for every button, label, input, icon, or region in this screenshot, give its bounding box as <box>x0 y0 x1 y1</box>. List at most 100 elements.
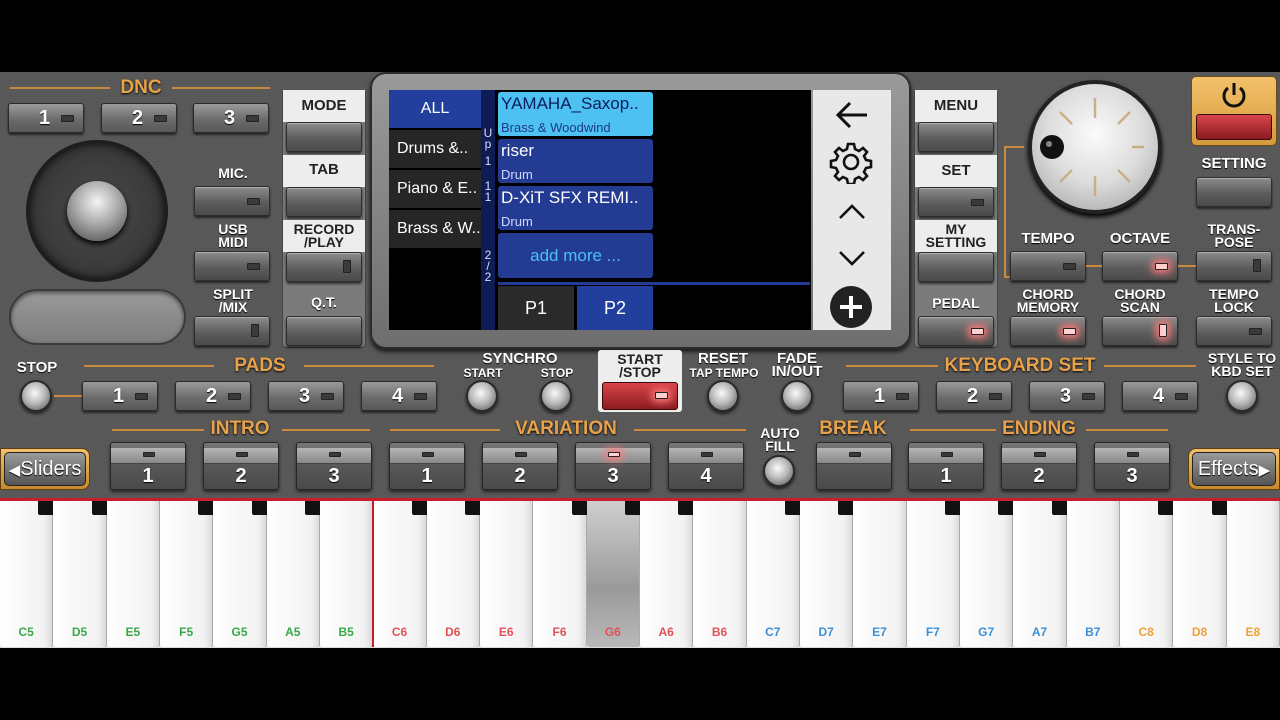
white-key[interactable]: E7 <box>853 501 907 647</box>
white-key[interactable]: C5 <box>0 501 54 647</box>
style-to-kbd-knob[interactable] <box>1226 380 1258 412</box>
category-brass[interactable]: Brass & W.. <box>389 210 481 250</box>
white-key[interactable]: A6 <box>640 501 694 647</box>
synchro-stop-knob[interactable] <box>540 380 572 412</box>
record-play-button[interactable] <box>286 252 362 282</box>
keyboard-set-button-4[interactable]: 4 <box>1122 381 1198 411</box>
chevron-down-icon[interactable] <box>837 248 867 268</box>
usb-midi-button[interactable] <box>194 251 270 281</box>
instrument-item-1[interactable]: YAMAHA_Saxop.. Brass & Woodwind <box>498 92 653 136</box>
white-key[interactable]: D6 <box>426 501 480 647</box>
power-button[interactable] <box>1196 114 1272 140</box>
my-setting-button[interactable] <box>918 252 994 282</box>
intro-button-2[interactable]: 2 <box>203 442 279 490</box>
ending-button-2[interactable]: 2 <box>1001 442 1077 490</box>
category-all[interactable]: ALL <box>389 90 481 130</box>
white-key[interactable]: B7 <box>1066 501 1120 647</box>
intro-button-3[interactable]: 3 <box>296 442 372 490</box>
tab-button[interactable] <box>286 187 362 217</box>
chevron-up-icon[interactable] <box>837 202 867 222</box>
key-note-label: F6 <box>552 625 567 639</box>
chord-scan-button[interactable] <box>1102 316 1178 346</box>
set-button[interactable] <box>918 187 994 217</box>
white-key[interactable]: F7 <box>906 501 960 647</box>
mode-button[interactable] <box>286 122 362 152</box>
dnc-button-1[interactable]: 1 <box>8 103 84 133</box>
gear-icon[interactable] <box>829 140 873 184</box>
white-key[interactable]: E6 <box>480 501 534 647</box>
instrument-item-2[interactable]: riser Drum <box>498 139 653 183</box>
variation-button-1[interactable]: 1 <box>389 442 465 490</box>
key-note-label: E6 <box>498 625 514 639</box>
chord-memory-button[interactable] <box>1010 316 1086 346</box>
white-key[interactable]: F6 <box>533 501 587 647</box>
joystick-knob[interactable] <box>67 181 127 241</box>
variation-button-4[interactable]: 4 <box>668 442 744 490</box>
white-key[interactable]: D8 <box>1173 501 1227 647</box>
ending-button-3[interactable]: 3 <box>1094 442 1170 490</box>
white-key[interactable]: G6 <box>586 501 640 647</box>
tempo-lock-button[interactable] <box>1196 316 1272 346</box>
touch-pad[interactable] <box>9 289 186 345</box>
white-key[interactable]: B5 <box>320 501 374 647</box>
page-p1-button[interactable]: P1 <box>498 286 574 330</box>
split-mix-button[interactable] <box>194 316 270 346</box>
menu-button[interactable] <box>918 122 994 152</box>
effects-button[interactable]: Effects▶ <box>1192 452 1276 486</box>
break-button[interactable] <box>816 442 892 490</box>
add-voice-button[interactable] <box>830 286 872 328</box>
pedal-label: PEDAL <box>932 295 980 311</box>
ending-button-1[interactable]: 1 <box>908 442 984 490</box>
key-note-label: B5 <box>338 625 354 639</box>
dnc-button-3[interactable]: 3 <box>193 103 269 133</box>
white-key[interactable]: D5 <box>53 501 107 647</box>
white-key[interactable]: G5 <box>213 501 267 647</box>
white-key[interactable]: B6 <box>693 501 747 647</box>
white-key[interactable]: E8 <box>1226 501 1280 647</box>
start-stop-button[interactable] <box>602 382 678 410</box>
category-drums[interactable]: Drums &.. <box>389 130 481 170</box>
stop-knob[interactable] <box>20 380 52 412</box>
pad-button-2[interactable]: 2 <box>175 381 251 411</box>
white-key[interactable]: A5 <box>266 501 320 647</box>
intro-button-1[interactable]: 1 <box>110 442 186 490</box>
sliders-button[interactable]: ◀Sliders <box>4 452 86 486</box>
category-piano[interactable]: Piano & E.. <box>389 170 481 210</box>
split-mix-label: SPLIT /MIX <box>213 286 253 315</box>
mic-button[interactable] <box>194 186 270 216</box>
octave-button[interactable] <box>1102 251 1178 281</box>
data-dial[interactable] <box>1028 80 1162 214</box>
key-note-label: E7 <box>872 625 887 639</box>
pedal-button[interactable] <box>918 316 994 346</box>
setting-button[interactable] <box>1196 177 1272 207</box>
pad-button-1[interactable]: 1 <box>82 381 158 411</box>
reset-knob[interactable] <box>707 380 739 412</box>
keyboard-set-button-1[interactable]: 1 <box>843 381 919 411</box>
variation-button-3[interactable]: 3 <box>575 442 651 490</box>
add-more-button[interactable]: add more ... <box>498 233 653 278</box>
pad-button-4[interactable]: 4 <box>361 381 437 411</box>
white-key[interactable]: E5 <box>106 501 160 647</box>
white-key[interactable]: C7 <box>746 501 800 647</box>
white-key[interactable]: D7 <box>800 501 854 647</box>
white-key[interactable]: F5 <box>160 501 214 647</box>
keyboard-set-button-3[interactable]: 3 <box>1029 381 1105 411</box>
transpose-button[interactable] <box>1196 251 1272 281</box>
white-key[interactable]: C6 <box>373 501 427 647</box>
auto-fill-knob[interactable] <box>763 455 795 487</box>
variation-button-2[interactable]: 2 <box>482 442 558 490</box>
instrument-item-3[interactable]: D-XiT SFX REMI.. Drum <box>498 186 653 230</box>
fade-knob[interactable] <box>781 380 813 412</box>
back-arrow-icon[interactable] <box>834 100 870 130</box>
tempo-button[interactable] <box>1010 251 1086 281</box>
white-key[interactable]: G7 <box>960 501 1014 647</box>
dnc-button-2[interactable]: 2 <box>101 103 177 133</box>
white-key[interactable]: C8 <box>1120 501 1174 647</box>
page-p2-button[interactable]: P2 <box>577 286 653 330</box>
joystick[interactable] <box>26 140 168 282</box>
pad-button-3[interactable]: 3 <box>268 381 344 411</box>
white-key[interactable]: A7 <box>1013 501 1067 647</box>
quick-tune-button[interactable] <box>286 316 362 346</box>
keyboard-set-button-2[interactable]: 2 <box>936 381 1012 411</box>
synchro-start-knob[interactable] <box>466 380 498 412</box>
